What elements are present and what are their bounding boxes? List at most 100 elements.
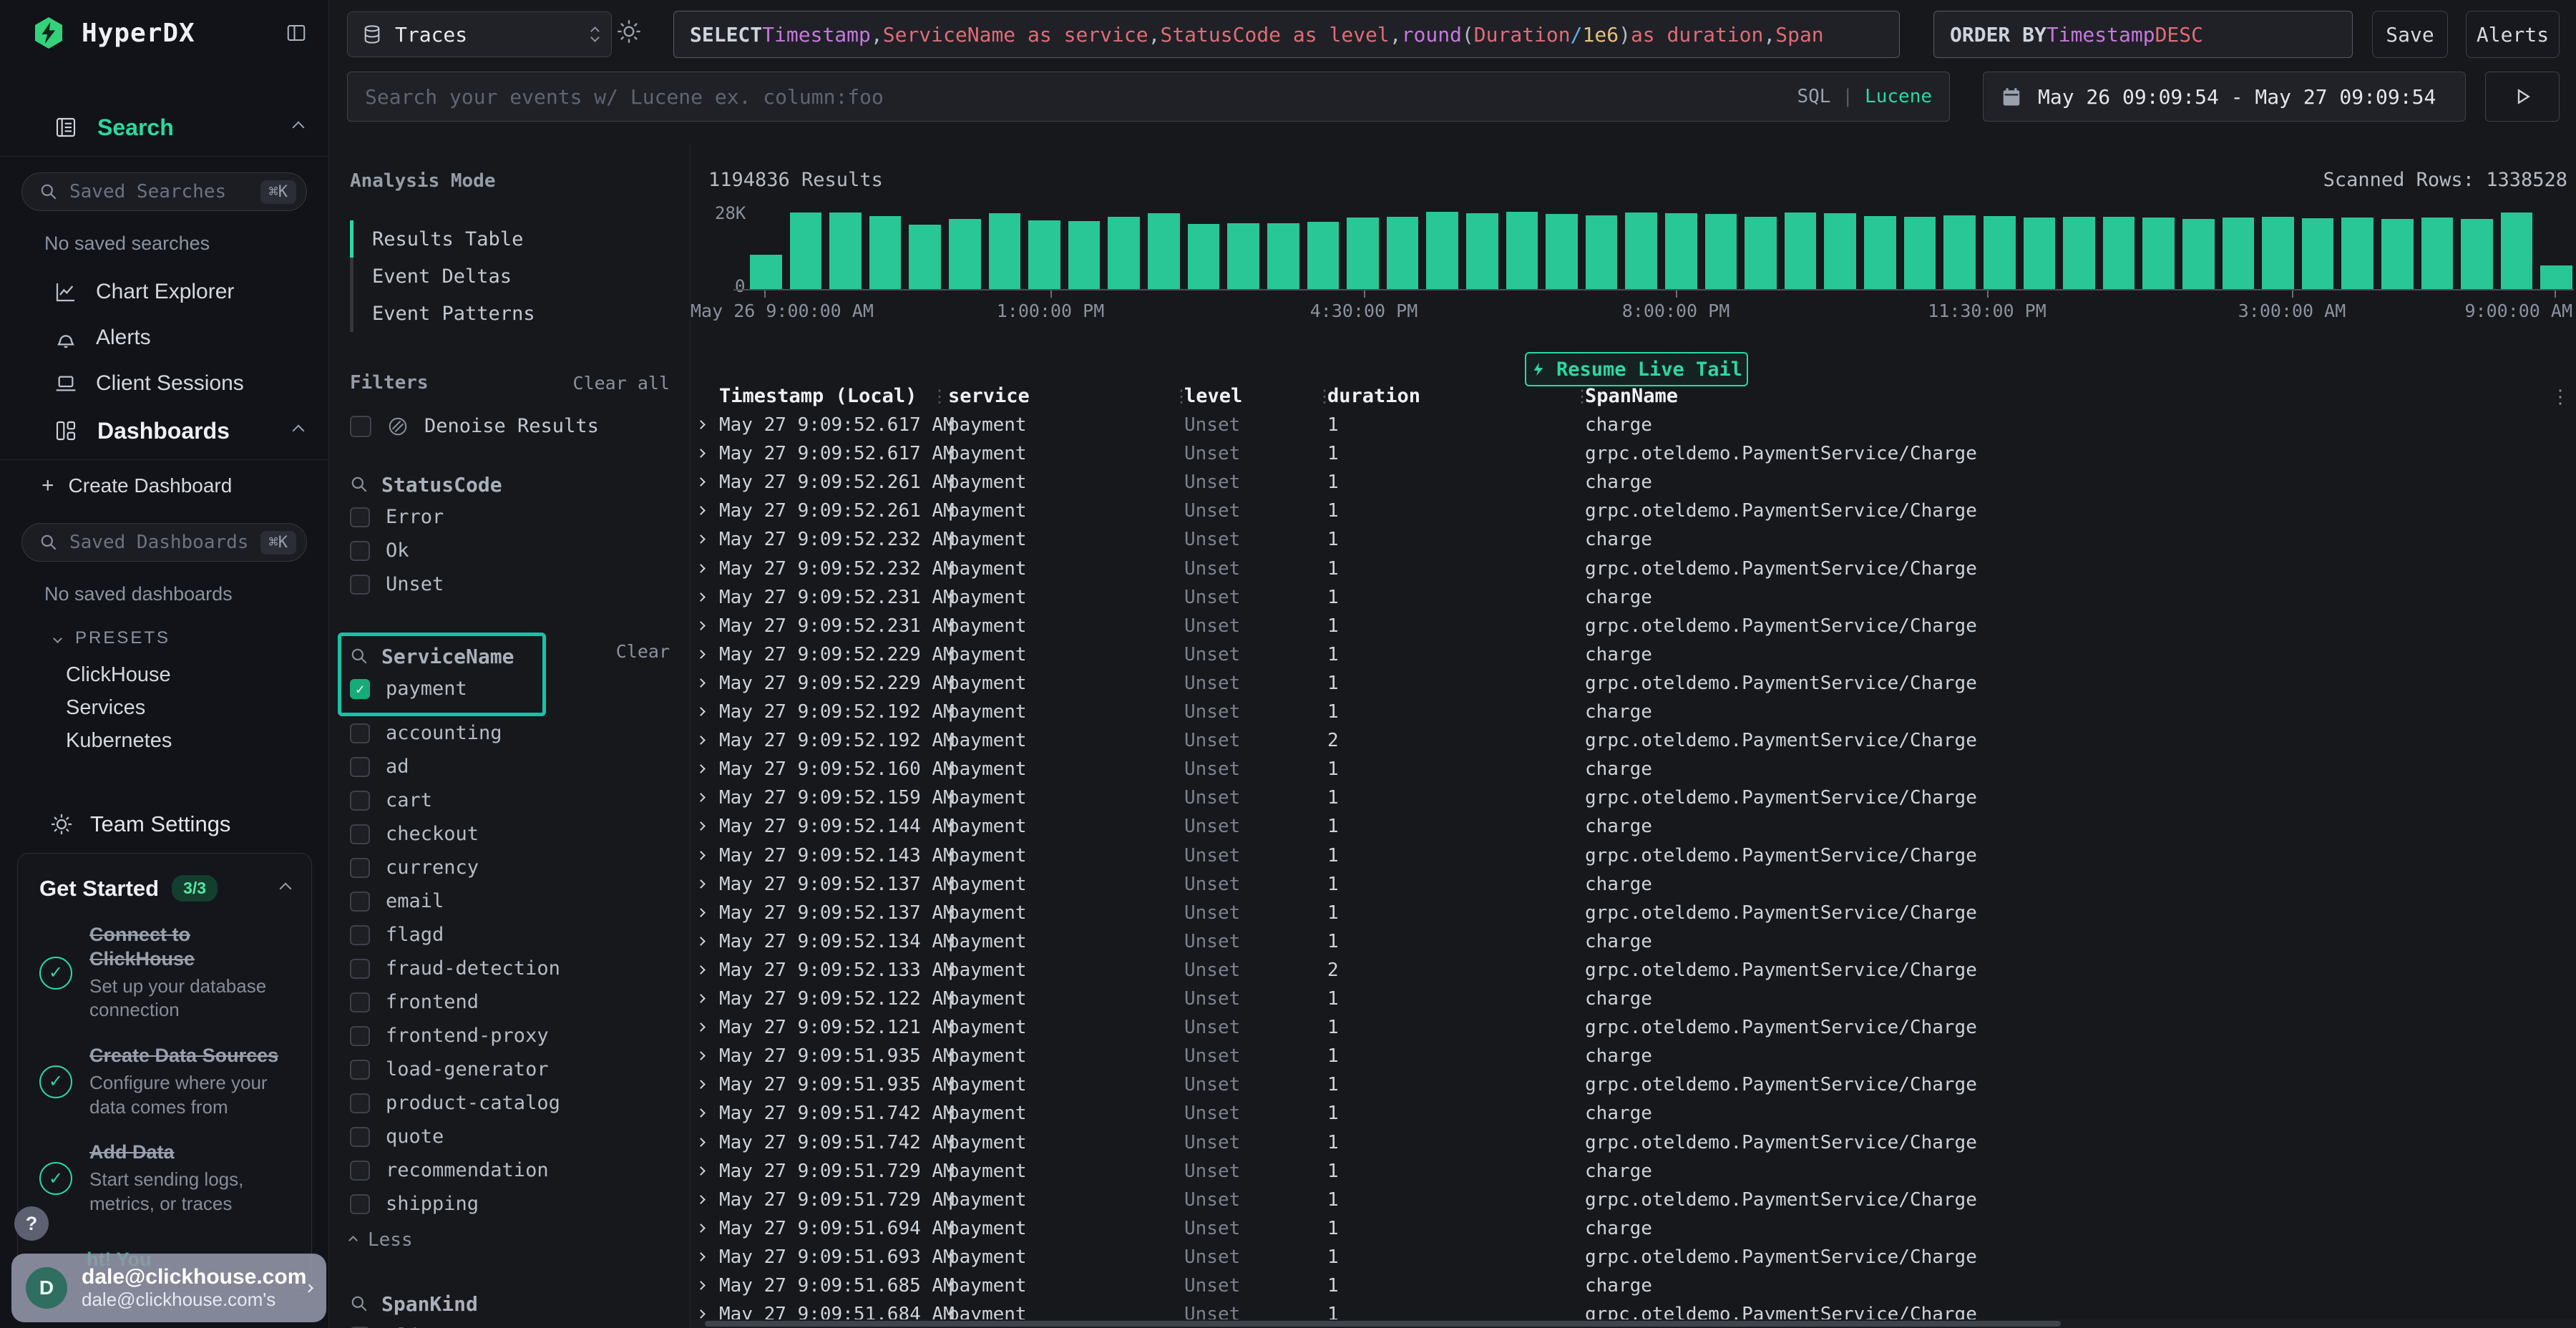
sql-query-editor[interactable]: SELECT Timestamp, ServiceName as service… bbox=[673, 11, 1900, 58]
table-row[interactable]: May 27 9:09:52.192 AMpaymentUnset1charge bbox=[691, 697, 2576, 726]
column-separator[interactable]: ⋮ bbox=[931, 386, 948, 406]
filter-option-frontend[interactable]: frontend bbox=[350, 985, 670, 1019]
table-row[interactable]: May 27 9:09:52.137 AMpaymentUnset1grpc.o… bbox=[691, 898, 2576, 927]
checkbox[interactable] bbox=[350, 791, 370, 811]
saved-dashboards-input[interactable]: ⌘K bbox=[21, 523, 307, 562]
checkbox[interactable] bbox=[350, 1194, 370, 1214]
table-row[interactable]: May 27 9:09:52.159 AMpaymentUnset1grpc.o… bbox=[691, 783, 2576, 812]
column-separator[interactable]: ⋮ bbox=[1316, 386, 1333, 406]
table-row[interactable]: May 27 9:09:52.231 AMpaymentUnset1charge bbox=[691, 582, 2576, 612]
event-search-field[interactable] bbox=[365, 85, 1797, 109]
column-header-service[interactable]: service bbox=[948, 385, 1030, 407]
table-row[interactable]: May 27 9:09:51.935 AMpaymentUnset1charge bbox=[691, 1041, 2576, 1070]
filter-option-email[interactable]: email bbox=[350, 884, 670, 918]
run-query-button[interactable] bbox=[2485, 72, 2560, 122]
table-row[interactable]: May 27 9:09:52.261 AMpaymentUnset1grpc.o… bbox=[691, 496, 2576, 525]
checkbox[interactable] bbox=[350, 1161, 370, 1181]
get-started-item[interactable]: ✓Create Data SourcesConfigure where your… bbox=[39, 1044, 290, 1119]
sidebar-item-client-sessions[interactable]: Client Sessions bbox=[0, 361, 328, 406]
checkbox[interactable] bbox=[350, 507, 370, 527]
checkbox[interactable] bbox=[350, 723, 370, 743]
clear-filter-button[interactable]: Clear bbox=[616, 641, 670, 662]
filter-option-load-generator[interactable]: load-generator bbox=[350, 1053, 670, 1086]
presets-toggle[interactable]: PRESETS bbox=[54, 628, 328, 648]
filter-option-checkout[interactable]: checkout bbox=[350, 817, 670, 851]
table-row[interactable]: May 27 9:09:51.694 AMpaymentUnset1charge bbox=[691, 1214, 2576, 1243]
saved-searches-field[interactable] bbox=[69, 181, 260, 202]
user-account-button[interactable]: D dale@clickhouse.com dale@clickhouse.co… bbox=[11, 1254, 326, 1322]
table-row[interactable]: May 27 9:09:52.617 AMpaymentUnset1grpc.o… bbox=[691, 439, 2576, 468]
preset-services[interactable]: Services bbox=[0, 691, 328, 724]
order-by-editor[interactable]: ORDER BY Timestamp DESC bbox=[1933, 11, 2353, 58]
table-row[interactable]: May 27 9:09:51.685 AMpaymentUnset1charge bbox=[691, 1271, 2576, 1300]
filter-option-accounting[interactable]: accounting bbox=[350, 716, 670, 750]
sidebar-item-chart-explorer[interactable]: Chart Explorer bbox=[0, 269, 328, 315]
filter-option-ad[interactable]: ad bbox=[350, 750, 670, 783]
horizontal-scrollbar[interactable] bbox=[691, 1319, 2576, 1328]
checkbox[interactable] bbox=[350, 824, 370, 844]
sql-mode-button[interactable]: SQL bbox=[1797, 86, 1830, 107]
analysis-mode-event-deltas[interactable]: Event Deltas bbox=[353, 258, 690, 295]
table-options-icon[interactable]: ⋮ bbox=[2551, 386, 2570, 408]
sidebar-item-alerts[interactable]: Alerts bbox=[0, 315, 328, 361]
checkbox[interactable] bbox=[350, 892, 370, 912]
sidebar-item-dashboards[interactable]: Dashboards bbox=[0, 408, 328, 454]
table-row[interactable]: May 27 9:09:51.693 AMpaymentUnset1grpc.o… bbox=[691, 1242, 2576, 1271]
get-started-item[interactable]: ✓Add DataStart sending logs, metrics, or… bbox=[39, 1141, 290, 1216]
source-settings-button[interactable] bbox=[616, 19, 642, 44]
checkbox[interactable] bbox=[350, 1060, 370, 1080]
clear-all-filters-button[interactable]: Clear all bbox=[573, 373, 670, 394]
table-row[interactable]: May 27 9:09:51.935 AMpaymentUnset1grpc.o… bbox=[691, 1070, 2576, 1099]
magnifier-icon[interactable] bbox=[350, 647, 369, 665]
filter-option-product-catalog[interactable]: product-catalog bbox=[350, 1086, 670, 1120]
source-select[interactable]: Traces bbox=[347, 11, 612, 57]
table-row[interactable]: May 27 9:09:52.137 AMpaymentUnset1charge bbox=[691, 869, 2576, 899]
analysis-mode-event-patterns[interactable]: Event Patterns bbox=[353, 295, 690, 332]
filter-option-cart[interactable]: cart bbox=[350, 783, 670, 817]
table-row[interactable]: May 27 9:09:52.121 AMpaymentUnset1grpc.o… bbox=[691, 1012, 2576, 1042]
get-started-item[interactable]: ✓Connect to ClickHouseSet up your databa… bbox=[39, 923, 290, 1022]
table-row[interactable]: May 27 9:09:52.229 AMpaymentUnset1grpc.o… bbox=[691, 668, 2576, 698]
filter-option-payment[interactable]: ✓payment bbox=[350, 672, 514, 706]
filter-option-recommendation[interactable]: recommendation bbox=[350, 1153, 670, 1187]
get-started-header[interactable]: Get Started 3/3 bbox=[39, 875, 290, 902]
checkbox[interactable] bbox=[350, 757, 370, 777]
table-row[interactable]: May 27 9:09:52.134 AMpaymentUnset1charge bbox=[691, 927, 2576, 956]
filter-option-ok[interactable]: Ok bbox=[350, 534, 670, 567]
alerts-button[interactable]: Alerts bbox=[2466, 11, 2560, 58]
results-histogram[interactable] bbox=[750, 210, 2572, 289]
magnifier-icon[interactable] bbox=[350, 475, 369, 494]
column-header-timestamp-local-[interactable]: Timestamp (Local) bbox=[719, 385, 917, 407]
filter-option-client[interactable]: Client bbox=[350, 1319, 670, 1328]
filter-option-error[interactable]: Error bbox=[350, 500, 670, 534]
table-row[interactable]: May 27 9:09:52.122 AMpaymentUnset1charge bbox=[691, 984, 2576, 1013]
resume-live-tail-button[interactable]: Resume Live Tail bbox=[1525, 352, 1748, 386]
table-row[interactable]: May 27 9:09:52.231 AMpaymentUnset1grpc.o… bbox=[691, 611, 2576, 640]
checkbox[interactable] bbox=[350, 575, 370, 595]
checkbox[interactable] bbox=[350, 1093, 370, 1113]
column-separator[interactable]: ⋮ bbox=[1574, 386, 1591, 406]
lucene-mode-button[interactable]: Lucene bbox=[1865, 86, 1932, 107]
scrollbar-thumb[interactable] bbox=[705, 1321, 2061, 1327]
help-button[interactable]: ? bbox=[14, 1206, 49, 1241]
event-search-input[interactable]: SQL | Lucene bbox=[347, 72, 1950, 122]
table-row[interactable]: May 27 9:09:52.192 AMpaymentUnset2grpc.o… bbox=[691, 726, 2576, 755]
denoise-checkbox[interactable] bbox=[350, 416, 371, 437]
checkbox[interactable] bbox=[350, 858, 370, 878]
table-row[interactable]: May 27 9:09:52.133 AMpaymentUnset2grpc.o… bbox=[691, 955, 2576, 985]
analysis-mode-results-table[interactable]: Results Table bbox=[353, 220, 690, 258]
show-less-button[interactable]: Less bbox=[350, 1224, 670, 1256]
checkbox[interactable] bbox=[350, 992, 370, 1012]
checkbox[interactable] bbox=[350, 1127, 370, 1147]
table-row[interactable]: May 27 9:09:52.232 AMpaymentUnset1charge bbox=[691, 524, 2576, 554]
filter-option-quote[interactable]: quote bbox=[350, 1120, 670, 1153]
table-row[interactable]: May 27 9:09:52.160 AMpaymentUnset1charge bbox=[691, 754, 2576, 783]
filter-option-shipping[interactable]: shipping bbox=[350, 1187, 670, 1221]
table-row[interactable]: May 27 9:09:51.729 AMpaymentUnset1grpc.o… bbox=[691, 1185, 2576, 1214]
panel-collapse-icon[interactable] bbox=[286, 22, 307, 44]
checkbox[interactable]: ✓ bbox=[350, 679, 370, 699]
saved-dashboards-field[interactable] bbox=[69, 532, 260, 553]
column-header-spanname[interactable]: SpanName bbox=[1585, 385, 1678, 407]
save-button[interactable]: Save bbox=[2372, 11, 2448, 58]
saved-searches-input[interactable]: ⌘K bbox=[21, 172, 307, 211]
